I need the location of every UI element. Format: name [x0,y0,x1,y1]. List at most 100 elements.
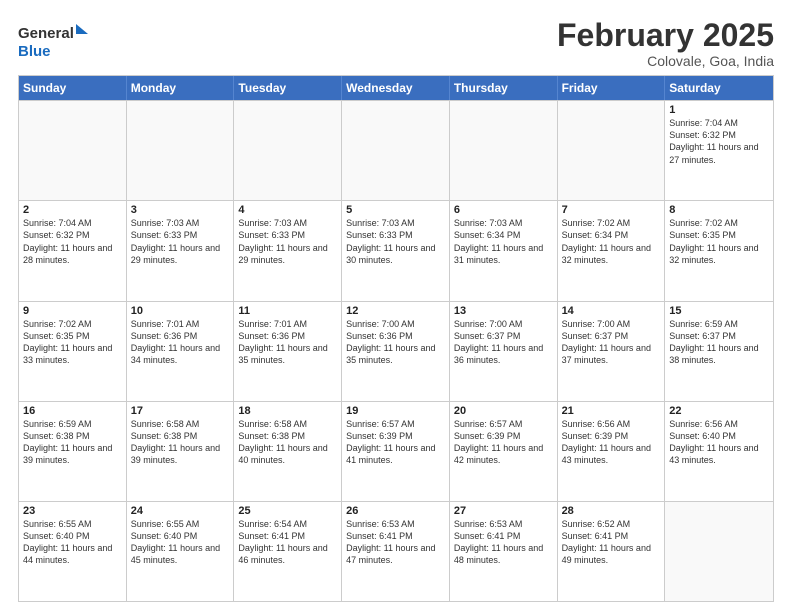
logo: General Blue [18,18,90,62]
day-number: 19 [346,405,445,417]
day-info: Sunrise: 6:56 AMSunset: 6:39 PMDaylight:… [562,418,661,467]
header-day-friday: Friday [558,76,666,100]
day-cell-13: 13 Sunrise: 7:00 AMSunset: 6:37 PMDaylig… [450,302,558,401]
day-info: Sunrise: 7:00 AMSunset: 6:37 PMDaylight:… [454,318,553,367]
day-info: Sunrise: 7:02 AMSunset: 6:34 PMDaylight:… [562,217,661,266]
day-number: 17 [131,405,230,417]
empty-cell-0-5 [558,101,666,200]
day-cell-28: 28 Sunrise: 6:52 AMSunset: 6:41 PMDaylig… [558,502,666,601]
day-info: Sunrise: 6:58 AMSunset: 6:38 PMDaylight:… [238,418,337,467]
day-number: 9 [23,305,122,317]
header-day-tuesday: Tuesday [234,76,342,100]
day-number: 26 [346,505,445,517]
day-number: 14 [562,305,661,317]
day-info: Sunrise: 7:01 AMSunset: 6:36 PMDaylight:… [238,318,337,367]
month-title: February 2025 [557,18,774,53]
title-block: February 2025 Colovale, Goa, India [557,18,774,69]
calendar-page: General Blue February 2025 Colovale, Goa… [0,0,792,612]
calendar-body: 1 Sunrise: 7:04 AMSunset: 6:32 PMDayligh… [19,100,773,601]
day-cell-14: 14 Sunrise: 7:00 AMSunset: 6:37 PMDaylig… [558,302,666,401]
calendar-week-2: 2 Sunrise: 7:04 AMSunset: 6:32 PMDayligh… [19,200,773,300]
header-day-wednesday: Wednesday [342,76,450,100]
day-number: 3 [131,204,230,216]
day-number: 4 [238,204,337,216]
day-number: 16 [23,405,122,417]
day-cell-7: 7 Sunrise: 7:02 AMSunset: 6:34 PMDayligh… [558,201,666,300]
day-number: 18 [238,405,337,417]
day-info: Sunrise: 6:53 AMSunset: 6:41 PMDaylight:… [454,518,553,567]
day-number: 15 [669,305,769,317]
header-day-sunday: Sunday [19,76,127,100]
empty-cell-4-6 [665,502,773,601]
day-info: Sunrise: 7:03 AMSunset: 6:33 PMDaylight:… [346,217,445,266]
day-info: Sunrise: 6:57 AMSunset: 6:39 PMDaylight:… [454,418,553,467]
day-info: Sunrise: 7:04 AMSunset: 6:32 PMDaylight:… [23,217,122,266]
calendar-week-4: 16 Sunrise: 6:59 AMSunset: 6:38 PMDaylig… [19,401,773,501]
day-number: 28 [562,505,661,517]
day-number: 27 [454,505,553,517]
svg-text:General: General [18,25,74,42]
day-number: 7 [562,204,661,216]
day-number: 21 [562,405,661,417]
day-cell-17: 17 Sunrise: 6:58 AMSunset: 6:38 PMDaylig… [127,402,235,501]
page-header: General Blue February 2025 Colovale, Goa… [18,18,774,69]
day-number: 13 [454,305,553,317]
empty-cell-0-0 [19,101,127,200]
day-cell-4: 4 Sunrise: 7:03 AMSunset: 6:33 PMDayligh… [234,201,342,300]
day-cell-22: 22 Sunrise: 6:56 AMSunset: 6:40 PMDaylig… [665,402,773,501]
day-cell-10: 10 Sunrise: 7:01 AMSunset: 6:36 PMDaylig… [127,302,235,401]
day-number: 6 [454,204,553,216]
header-day-saturday: Saturday [665,76,773,100]
day-number: 12 [346,305,445,317]
day-info: Sunrise: 6:56 AMSunset: 6:40 PMDaylight:… [669,418,769,467]
day-number: 20 [454,405,553,417]
day-info: Sunrise: 7:03 AMSunset: 6:33 PMDaylight:… [238,217,337,266]
day-info: Sunrise: 6:59 AMSunset: 6:37 PMDaylight:… [669,318,769,367]
header-day-thursday: Thursday [450,76,558,100]
day-cell-2: 2 Sunrise: 7:04 AMSunset: 6:32 PMDayligh… [19,201,127,300]
day-number: 10 [131,305,230,317]
day-cell-16: 16 Sunrise: 6:59 AMSunset: 6:38 PMDaylig… [19,402,127,501]
day-cell-5: 5 Sunrise: 7:03 AMSunset: 6:33 PMDayligh… [342,201,450,300]
day-cell-6: 6 Sunrise: 7:03 AMSunset: 6:34 PMDayligh… [450,201,558,300]
empty-cell-0-2 [234,101,342,200]
day-cell-27: 27 Sunrise: 6:53 AMSunset: 6:41 PMDaylig… [450,502,558,601]
day-number: 23 [23,505,122,517]
day-number: 11 [238,305,337,317]
day-cell-12: 12 Sunrise: 7:00 AMSunset: 6:36 PMDaylig… [342,302,450,401]
day-cell-18: 18 Sunrise: 6:58 AMSunset: 6:38 PMDaylig… [234,402,342,501]
day-cell-11: 11 Sunrise: 7:01 AMSunset: 6:36 PMDaylig… [234,302,342,401]
empty-cell-0-4 [450,101,558,200]
day-info: Sunrise: 6:54 AMSunset: 6:41 PMDaylight:… [238,518,337,567]
day-cell-20: 20 Sunrise: 6:57 AMSunset: 6:39 PMDaylig… [450,402,558,501]
day-info: Sunrise: 6:59 AMSunset: 6:38 PMDaylight:… [23,418,122,467]
day-cell-3: 3 Sunrise: 7:03 AMSunset: 6:33 PMDayligh… [127,201,235,300]
day-cell-25: 25 Sunrise: 6:54 AMSunset: 6:41 PMDaylig… [234,502,342,601]
location: Colovale, Goa, India [557,53,774,69]
day-info: Sunrise: 7:04 AMSunset: 6:32 PMDaylight:… [669,117,769,166]
day-info: Sunrise: 7:03 AMSunset: 6:34 PMDaylight:… [454,217,553,266]
day-number: 8 [669,204,769,216]
day-number: 1 [669,104,769,116]
day-cell-9: 9 Sunrise: 7:02 AMSunset: 6:35 PMDayligh… [19,302,127,401]
header-day-monday: Monday [127,76,235,100]
day-cell-21: 21 Sunrise: 6:56 AMSunset: 6:39 PMDaylig… [558,402,666,501]
day-info: Sunrise: 6:57 AMSunset: 6:39 PMDaylight:… [346,418,445,467]
day-info: Sunrise: 6:55 AMSunset: 6:40 PMDaylight:… [131,518,230,567]
svg-text:Blue: Blue [18,43,51,60]
day-cell-8: 8 Sunrise: 7:02 AMSunset: 6:35 PMDayligh… [665,201,773,300]
calendar-week-5: 23 Sunrise: 6:55 AMSunset: 6:40 PMDaylig… [19,501,773,601]
logo-icon: General Blue [18,18,90,62]
day-cell-15: 15 Sunrise: 6:59 AMSunset: 6:37 PMDaylig… [665,302,773,401]
day-cell-26: 26 Sunrise: 6:53 AMSunset: 6:41 PMDaylig… [342,502,450,601]
day-info: Sunrise: 7:00 AMSunset: 6:37 PMDaylight:… [562,318,661,367]
day-info: Sunrise: 6:53 AMSunset: 6:41 PMDaylight:… [346,518,445,567]
day-number: 2 [23,204,122,216]
day-cell-24: 24 Sunrise: 6:55 AMSunset: 6:40 PMDaylig… [127,502,235,601]
calendar-week-1: 1 Sunrise: 7:04 AMSunset: 6:32 PMDayligh… [19,100,773,200]
calendar-week-3: 9 Sunrise: 7:02 AMSunset: 6:35 PMDayligh… [19,301,773,401]
day-info: Sunrise: 7:02 AMSunset: 6:35 PMDaylight:… [23,318,122,367]
day-number: 24 [131,505,230,517]
calendar-header: SundayMondayTuesdayWednesdayThursdayFrid… [19,76,773,100]
day-number: 5 [346,204,445,216]
